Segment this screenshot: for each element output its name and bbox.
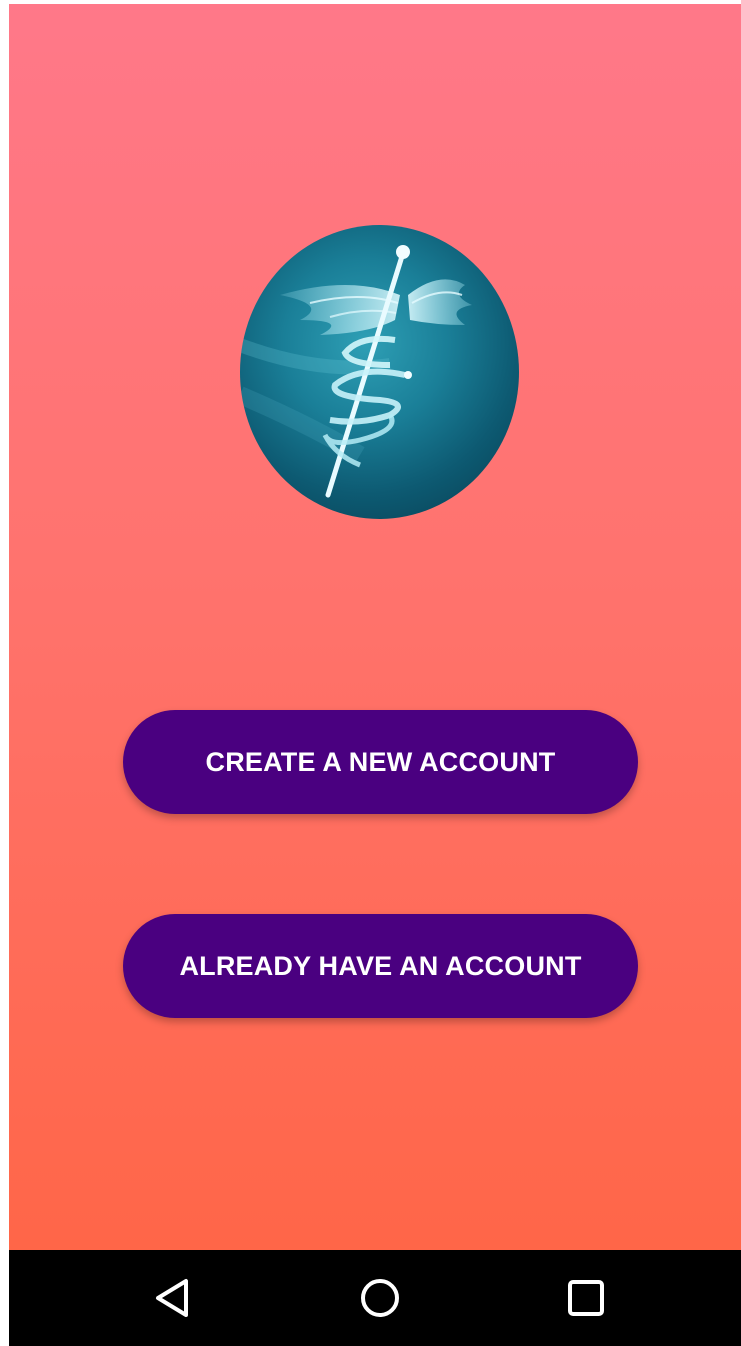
- back-triangle-icon[interactable]: [144, 1268, 204, 1328]
- existing-account-button[interactable]: ALREADY HAVE AN ACCOUNT: [123, 914, 638, 1018]
- recent-apps-square-icon[interactable]: [556, 1268, 616, 1328]
- home-circle-icon[interactable]: [350, 1268, 410, 1328]
- app-screen: CREATE A NEW ACCOUNT ALREADY HAVE AN ACC…: [9, 4, 741, 1346]
- caduceus-medical-icon: [240, 225, 519, 519]
- create-account-button[interactable]: CREATE A NEW ACCOUNT: [123, 710, 638, 814]
- system-navigation-bar: [9, 1250, 741, 1346]
- welcome-content: CREATE A NEW ACCOUNT ALREADY HAVE AN ACC…: [9, 4, 741, 1250]
